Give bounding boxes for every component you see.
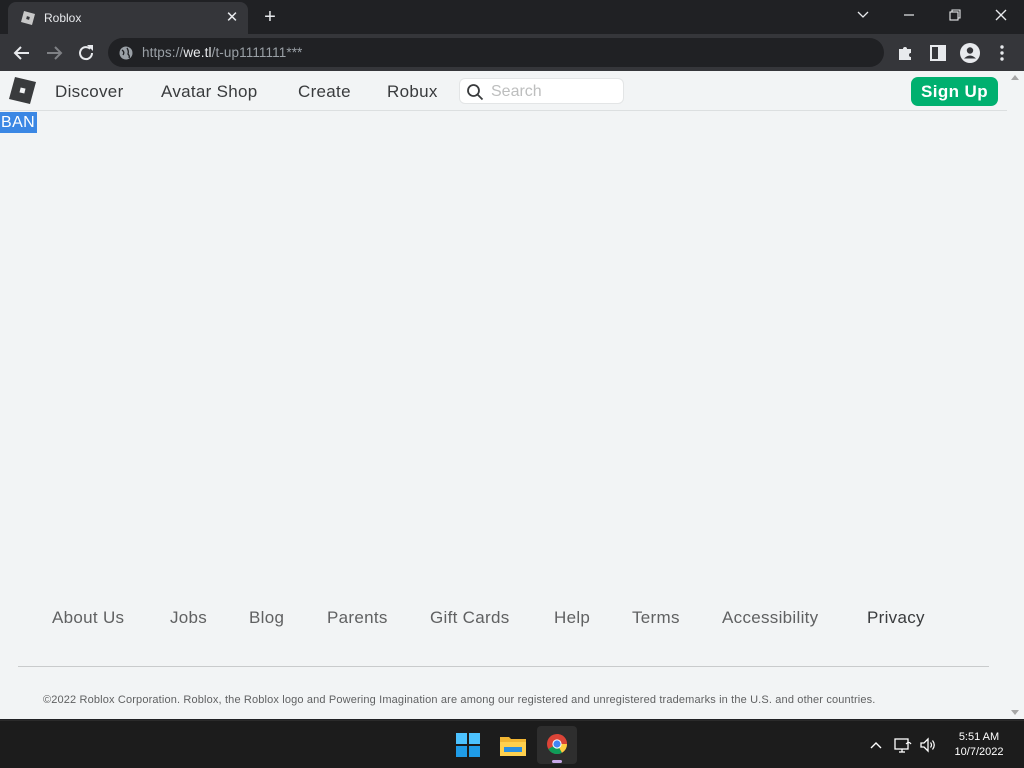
network-icon[interactable] xyxy=(894,736,912,754)
restore-icon[interactable] xyxy=(940,4,970,26)
windows-logo-icon xyxy=(456,733,480,757)
footer-link-blog[interactable]: Blog xyxy=(249,608,284,628)
chrome-icon xyxy=(547,734,568,755)
forward-arrow-icon[interactable] xyxy=(41,40,67,66)
page-scrollbar[interactable] xyxy=(1007,71,1024,719)
browser-tab-strip: Roblox ✕ + xyxy=(0,0,1024,34)
url-text: https://we.tl/t-up1111111*** xyxy=(142,45,303,60)
scroll-up-arrow-icon[interactable] xyxy=(1011,75,1019,80)
footer-link-about-us[interactable]: About Us xyxy=(52,608,124,628)
taskbar-clock[interactable]: 5:51 AM 10/7/2022 xyxy=(944,730,1014,760)
kebab-menu-icon[interactable] xyxy=(989,40,1015,66)
windows-taskbar: 5:51 AM 10/7/2022 xyxy=(0,720,1024,768)
scroll-down-arrow-icon[interactable] xyxy=(1011,710,1019,715)
globe-icon[interactable] xyxy=(118,45,134,61)
footer-link-gift-cards[interactable]: Gift Cards xyxy=(430,608,510,628)
nav-avatar-shop[interactable]: Avatar Shop xyxy=(161,82,258,102)
nav-discover[interactable]: Discover xyxy=(55,82,124,102)
search-box xyxy=(459,78,624,104)
back-arrow-icon[interactable] xyxy=(9,40,35,66)
web-page: Discover Avatar Shop Create Robux Sign U… xyxy=(0,71,1024,719)
search-input[interactable] xyxy=(491,82,616,102)
tab-close-icon[interactable]: ✕ xyxy=(222,8,242,28)
reload-icon[interactable] xyxy=(73,40,99,66)
footer-link-privacy[interactable]: Privacy xyxy=(867,608,925,628)
active-app-indicator xyxy=(552,760,562,763)
clock-date: 10/7/2022 xyxy=(954,746,1004,758)
folder-icon xyxy=(500,737,526,756)
file-explorer-button[interactable] xyxy=(493,726,533,764)
side-panel-icon[interactable] xyxy=(925,40,951,66)
roblox-favicon-icon xyxy=(21,11,35,25)
copyright-text: ©2022 Roblox Corporation. Roblox, the Ro… xyxy=(43,694,876,706)
browser-tab[interactable]: Roblox ✕ xyxy=(8,2,248,34)
roblox-logo-icon[interactable] xyxy=(9,77,36,104)
browser-toolbar: https://we.tl/t-up1111111*** xyxy=(0,34,1024,71)
sign-up-button[interactable]: Sign Up xyxy=(911,77,998,106)
start-button[interactable] xyxy=(448,726,488,764)
minimize-icon[interactable] xyxy=(894,4,924,26)
footer-link-help[interactable]: Help xyxy=(554,608,590,628)
roblox-header: Discover Avatar Shop Create Robux Sign U… xyxy=(0,71,1007,111)
chevron-up-icon[interactable] xyxy=(867,736,885,754)
tab-title: Roblox xyxy=(44,11,82,25)
close-window-icon[interactable] xyxy=(986,4,1016,26)
nav-robux[interactable]: Robux xyxy=(387,82,438,102)
profile-icon[interactable] xyxy=(957,40,983,66)
tab-search-chevron-icon[interactable] xyxy=(848,4,878,26)
selected-text: BAN xyxy=(0,112,38,133)
address-bar[interactable]: https://we.tl/t-up1111111*** xyxy=(108,38,884,67)
nav-create[interactable]: Create xyxy=(298,82,351,102)
footer-divider xyxy=(18,666,989,667)
footer-link-jobs[interactable]: Jobs xyxy=(170,608,207,628)
volume-icon[interactable] xyxy=(919,736,937,754)
clock-time: 5:51 AM xyxy=(958,731,1000,743)
footer-link-accessibility[interactable]: Accessibility xyxy=(722,608,818,628)
chrome-taskbar-button[interactable] xyxy=(537,726,577,764)
search-icon[interactable] xyxy=(466,83,484,101)
footer-link-parents[interactable]: Parents xyxy=(327,608,388,628)
footer-link-terms[interactable]: Terms xyxy=(632,608,680,628)
extensions-puzzle-icon[interactable] xyxy=(893,40,919,66)
new-tab-icon[interactable]: + xyxy=(258,6,282,28)
